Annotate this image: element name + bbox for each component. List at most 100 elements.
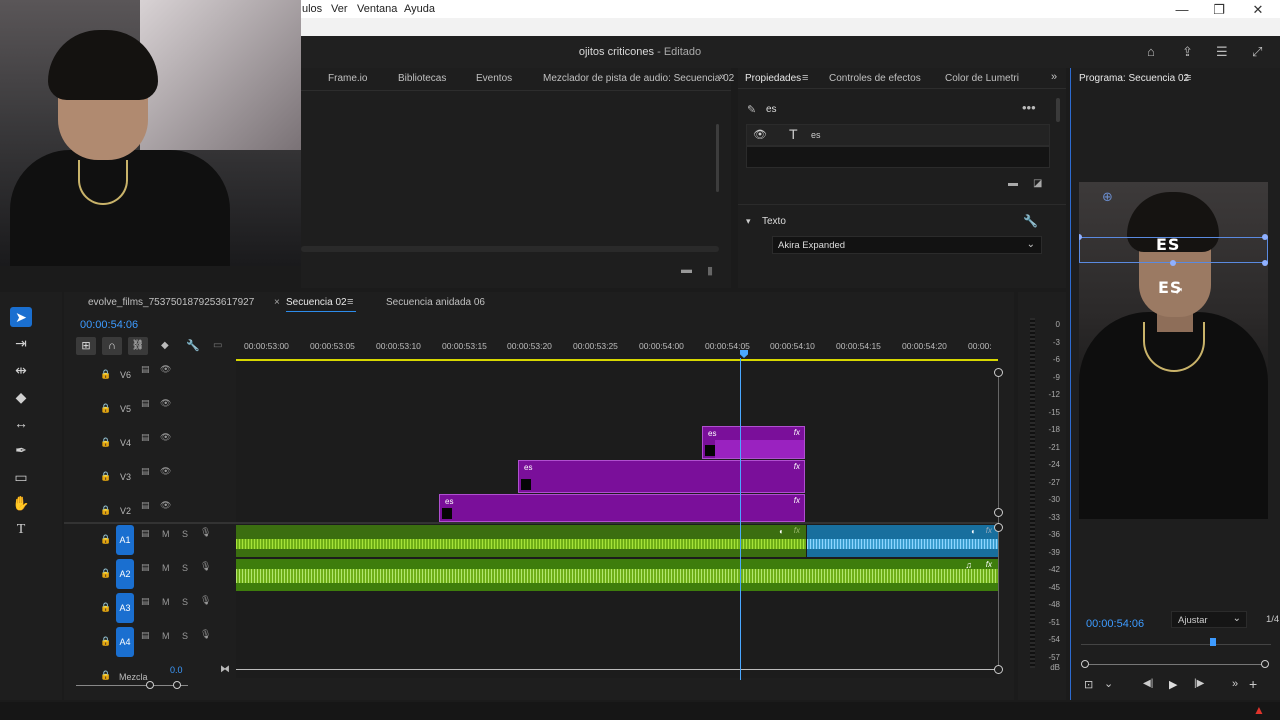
- fx-badge[interactable]: fx: [986, 526, 992, 535]
- eye-icon[interactable]: 👁: [160, 398, 171, 409]
- lock-icon[interactable]: 🔒: [100, 602, 111, 613]
- marker-icon[interactable]: ◆: [161, 340, 169, 351]
- clip-es-v2[interactable]: es fx: [439, 494, 805, 522]
- volume-keyframe-icon[interactable]: ◐: [971, 527, 976, 536]
- volume-keyframe-icon[interactable]: ◐: [779, 527, 784, 536]
- zoom-handle-left[interactable]: [146, 681, 154, 689]
- linked-selection-icon[interactable]: ⛓: [128, 337, 148, 355]
- more-tabs-icon[interactable]: »: [1051, 71, 1057, 83]
- solo-button[interactable]: S: [182, 597, 188, 607]
- mix-volume[interactable]: 0.0: [170, 665, 183, 675]
- horizontal-scrollbar[interactable]: [301, 246, 719, 252]
- zoom-handle-left[interactable]: [1081, 660, 1089, 668]
- close-tab-icon[interactable]: ×: [274, 297, 280, 308]
- track-target-a1[interactable]: A1: [116, 525, 134, 555]
- tab-propiedades[interactable]: Propiedades: [745, 73, 801, 84]
- panel-menu-icon[interactable]: ≡: [347, 296, 353, 308]
- audio-clip-a1-green[interactable]: ◐ fx: [236, 525, 806, 557]
- clip-es-v3[interactable]: es fx: [518, 460, 805, 493]
- eye-icon[interactable]: 👁: [160, 466, 171, 477]
- mute-button[interactable]: M: [162, 631, 170, 641]
- work-area-bar[interactable]: [236, 359, 998, 361]
- font-dropdown[interactable]: Akira Expanded ⌄: [772, 236, 1042, 254]
- transform-handle[interactable]: [1262, 234, 1268, 240]
- share-icon[interactable]: ⇪: [1182, 44, 1193, 60]
- track-select-tool-icon[interactable]: ⇥: [10, 333, 32, 353]
- mute-button[interactable]: M: [162, 597, 170, 607]
- sync-lock-icon[interactable]: ▤: [141, 630, 150, 641]
- zoom-handle[interactable]: [994, 665, 1003, 674]
- track-target-a2[interactable]: A2: [116, 559, 134, 589]
- solo-button[interactable]: S: [182, 529, 188, 539]
- fullscreen-icon[interactable]: ⤢: [1252, 44, 1262, 60]
- more-options-icon[interactable]: •••: [1022, 100, 1036, 115]
- mic-icon[interactable]: 🎙: [200, 561, 211, 572]
- razor-tool-icon[interactable]: ◆: [10, 387, 32, 407]
- menu-titulos[interactable]: ulos: [302, 3, 322, 15]
- fx-badge[interactable]: fx: [794, 462, 800, 471]
- timeline-timecode[interactable]: 00:00:54:06: [80, 319, 138, 331]
- playhead-line[interactable]: [740, 358, 741, 680]
- track-target-a4[interactable]: A4: [116, 627, 134, 657]
- close-button[interactable]: ✕: [1248, 2, 1268, 18]
- workspace-icon[interactable]: ☰: [1216, 44, 1228, 60]
- transform-handle[interactable]: [1170, 260, 1176, 266]
- warning-icon[interactable]: ▲: [1253, 703, 1265, 717]
- tab-eventos[interactable]: Eventos: [476, 73, 512, 84]
- menu-ver[interactable]: Ver: [331, 3, 348, 15]
- audio-clip-a1-blue[interactable]: ◐ fx: [807, 525, 998, 557]
- go-to-end-icon[interactable]: ⧓: [220, 664, 230, 675]
- tab-lumetri[interactable]: Color de Lumetri: [945, 73, 1019, 84]
- mic-icon[interactable]: 🎙: [200, 527, 211, 538]
- tab-sequence-evolve[interactable]: evolve_films_7537501879253617927: [88, 297, 254, 308]
- mini-ruler[interactable]: [1081, 644, 1271, 645]
- menu-ventana[interactable]: Ventana: [357, 3, 397, 15]
- scrollbar[interactable]: [1056, 98, 1060, 122]
- tab-bibliotecas[interactable]: Bibliotecas: [398, 73, 446, 84]
- step-back-icon[interactable]: ◀|: [1143, 678, 1153, 689]
- selection-tool-icon[interactable]: ➤: [10, 307, 32, 327]
- lock-icon[interactable]: 🔒: [100, 636, 111, 647]
- ripple-edit-tool-icon[interactable]: ⇹: [10, 360, 32, 380]
- wrench-icon[interactable]: 🔧: [186, 339, 200, 352]
- sync-lock-icon[interactable]: ▤: [141, 528, 150, 539]
- clip-es-v4[interactable]: es fx: [702, 426, 805, 459]
- film-icon[interactable]: ▤: [141, 500, 150, 511]
- lock-icon[interactable]: 🔒: [100, 505, 111, 516]
- text-layer-row[interactable]: 👁 T es: [746, 124, 1050, 146]
- overlay-text-top[interactable]: ES: [1156, 235, 1180, 254]
- mix-volume-line[interactable]: [236, 669, 998, 670]
- fx-badge[interactable]: fx: [794, 526, 800, 535]
- lock-icon[interactable]: 🔒: [100, 369, 111, 380]
- zoom-handle-right[interactable]: [173, 681, 181, 689]
- time-ruler[interactable]: 00:00:53:00 00:00:53:05 00:00:53:10 00:0…: [236, 337, 998, 361]
- folder-icon[interactable]: ▬: [681, 264, 692, 276]
- add-button-icon[interactable]: +: [1249, 676, 1257, 692]
- step-forward-icon[interactable]: |▶: [1194, 678, 1204, 689]
- lock-icon[interactable]: 🔒: [100, 471, 111, 482]
- mic-icon[interactable]: 🎙: [200, 629, 211, 640]
- more-tabs-icon[interactable]: »: [719, 71, 725, 83]
- wrench-icon[interactable]: 🔧: [1023, 214, 1038, 228]
- tab-secuencia-02[interactable]: Secuencia 02: [286, 297, 347, 308]
- lock-icon[interactable]: 🔒: [100, 670, 111, 681]
- audio-clip-a2[interactable]: ♫ fx: [236, 559, 998, 591]
- trash-icon[interactable]: ▮: [707, 264, 713, 277]
- header-zoom-bar[interactable]: [76, 685, 188, 686]
- anchor-point-icon[interactable]: ⊕: [1102, 189, 1113, 205]
- resolution[interactable]: 1/4: [1266, 614, 1279, 625]
- new-folder-icon[interactable]: ▬: [1008, 178, 1018, 189]
- menu-ayuda[interactable]: Ayuda: [404, 3, 435, 15]
- hand-tool-icon[interactable]: ✋: [10, 493, 32, 513]
- film-icon[interactable]: ▤: [141, 432, 150, 443]
- zoom-handle-right[interactable]: [1261, 660, 1269, 668]
- film-icon[interactable]: ▤: [141, 398, 150, 409]
- film-icon[interactable]: ▤: [141, 364, 150, 375]
- zoom-bar[interactable]: [1081, 664, 1267, 665]
- mic-icon[interactable]: 🎙: [200, 595, 211, 606]
- eye-icon[interactable]: 👁: [160, 500, 171, 511]
- more-controls-icon[interactable]: »: [1232, 678, 1238, 690]
- fit-dropdown[interactable]: Ajustar ⌄: [1171, 611, 1247, 628]
- lock-icon[interactable]: 🔒: [100, 568, 111, 579]
- safe-margins-icon[interactable]: ⊡: [1084, 678, 1093, 691]
